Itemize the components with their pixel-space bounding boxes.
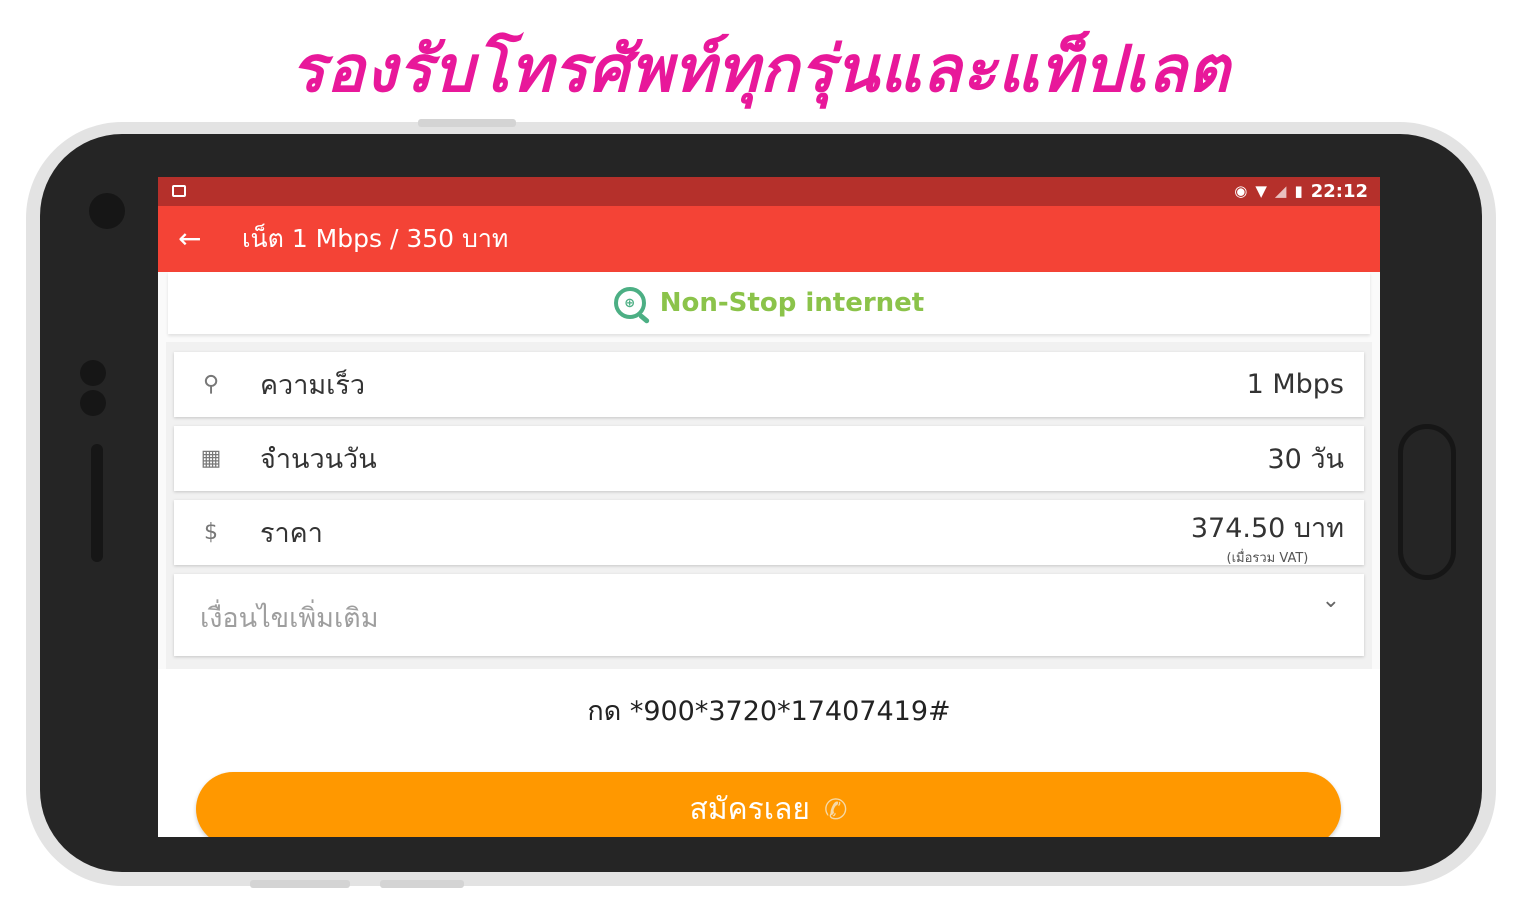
- speed-row: ⚲ ความเร็ว 1 Mbps: [174, 352, 1364, 417]
- speed-label: ความเร็ว: [260, 370, 366, 401]
- price-value: 374.50 บาท: [1190, 513, 1344, 544]
- dollar-icon: $: [204, 520, 218, 545]
- phone-side-button: [418, 119, 516, 127]
- calendar-icon: ▦: [200, 446, 222, 471]
- ussd-code: กด *900*3720*17407419#: [587, 696, 951, 727]
- price-value-group: 374.50 บาท (เมื่อรวม VAT): [1191, 506, 1344, 568]
- conditions-label: เงื่อนไขเพิ่มเติม: [200, 603, 379, 634]
- ussd-area: กด *900*3720*17407419# สมัครเลย ✆: [158, 669, 1380, 837]
- search-globe-icon: ⊕: [613, 287, 646, 319]
- brand-card: ⊕ Non-Stop internet: [168, 272, 1370, 334]
- chevron-down-icon[interactable]: ⌄: [1322, 588, 1340, 613]
- brand-name: Non-Stop internet: [659, 288, 925, 318]
- signal-icon: ◢: [1274, 182, 1287, 200]
- status-time: 22:12: [1310, 180, 1368, 202]
- days-label: จำนวนวัน: [260, 444, 377, 475]
- battery-icon: ▮: [1294, 182, 1303, 200]
- camera-icon: [89, 193, 125, 229]
- status-bar: ◉ ▼ ◢ ▮ 22:12: [158, 177, 1380, 206]
- price-row: $ ราคา 374.50 บาท (เมื่อรวม VAT): [174, 500, 1364, 568]
- phone-side-button: [250, 880, 350, 888]
- speed-value: 1 Mbps: [1246, 369, 1344, 400]
- days-value: 30 วัน: [1267, 444, 1344, 475]
- speaker-grille: [91, 444, 103, 562]
- notification-icon: [172, 185, 186, 197]
- subscribe-button[interactable]: สมัครเลย ✆: [196, 772, 1341, 837]
- phone-side-button: [380, 880, 464, 888]
- data-saver-icon: ◉: [1234, 182, 1248, 200]
- arrow-left-icon[interactable]: ←: [178, 224, 208, 254]
- home-button[interactable]: [1398, 424, 1456, 580]
- sensor-icon: [80, 360, 106, 386]
- wifi-icon: ▼: [1255, 182, 1267, 200]
- banner-title: รองรับโทรศัพท์ทุกรุ่นและแท็ปเลต: [290, 33, 1231, 107]
- phone-icon: ✆: [824, 792, 848, 826]
- subscribe-label: สมัครเลย: [689, 791, 810, 827]
- conditions-expander[interactable]: เงื่อนไขเพิ่มเติม ⌄: [174, 574, 1364, 656]
- days-row: ▦ จำนวนวัน 30 วัน: [174, 426, 1364, 491]
- app-bar: ← เน็ต 1 Mbps / 350 บาท: [158, 206, 1380, 272]
- price-vat-note: (เมื่อรวม VAT): [1226, 551, 1309, 566]
- sensor-icon: [80, 390, 106, 416]
- page-title: เน็ต 1 Mbps / 350 บาท: [242, 224, 509, 253]
- bicycle-icon: ⚲: [202, 372, 220, 397]
- price-label: ราคา: [260, 518, 323, 549]
- app-screen: ◉ ▼ ◢ ▮ 22:12 ← เน็ต 1 Mbps / 350 บาท ⊕ …: [158, 177, 1380, 837]
